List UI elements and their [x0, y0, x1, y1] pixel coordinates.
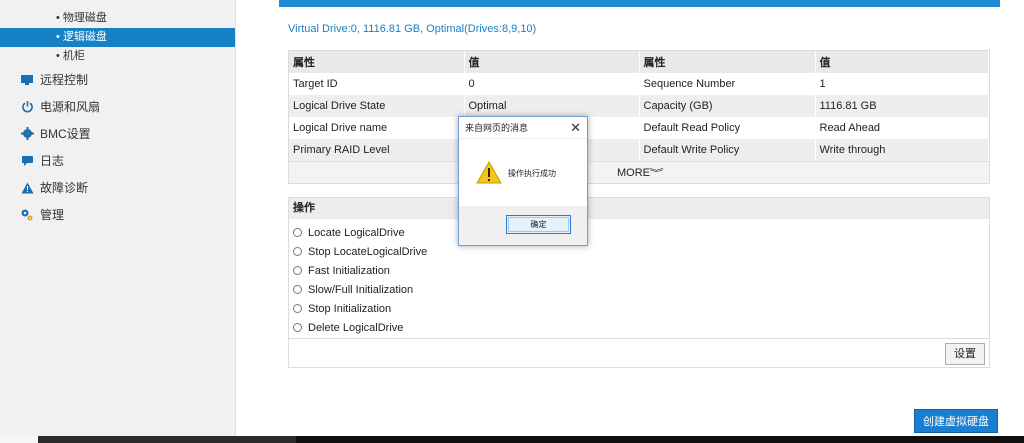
more-toggle[interactable]: MORE︾	[289, 161, 989, 183]
table-cell: Default Read Policy	[639, 117, 816, 139]
option-stop-init[interactable]: Stop Initialization	[289, 299, 989, 318]
option-locate[interactable]: Locate LogicalDrive	[289, 223, 989, 242]
taskbar-segment	[296, 436, 1024, 443]
sidebar-item-label: 远程控制	[40, 73, 89, 87]
dialog-footer: 确定	[459, 206, 587, 245]
column-header: 属性	[289, 51, 465, 73]
gear-icon	[20, 127, 34, 141]
monitor-icon	[20, 73, 34, 87]
table-header-row: 属性 值 属性 值	[289, 51, 989, 73]
sidebar-subitem-physical-disk[interactable]: • 物理磁盘	[0, 9, 235, 28]
column-header: 值	[464, 51, 640, 73]
log-icon	[20, 154, 34, 168]
radio-button[interactable]	[293, 228, 302, 237]
radio-button[interactable]	[293, 247, 302, 256]
main-content: Virtual Drive:0, 1116.81 GB, Optimal(Dri…	[237, 0, 1024, 443]
sidebar: • 物理磁盘 • 逻辑磁盘 • 机柜 远程控制 电源和风扇 BMC设置 日志 故障诊断	[0, 0, 236, 443]
table-cell: Default Write Policy	[639, 139, 816, 161]
radio-button[interactable]	[293, 323, 302, 332]
table-cell: Optimal	[464, 95, 640, 117]
create-virtual-drive-button[interactable]: 创建虚拟硬盘	[914, 409, 998, 433]
option-fast-init[interactable]: Fast Initialization	[289, 261, 989, 280]
option-stop-locate[interactable]: Stop LocateLogicalDrive	[289, 242, 989, 261]
properties-table: 属性 值 属性 值 Target ID 0 Sequence Number 1 …	[288, 50, 990, 184]
dialog-title: 来自网页的消息	[465, 123, 529, 133]
sidebar-item-diagnostics[interactable]: 故障诊断	[0, 174, 235, 201]
taskbar-strip	[0, 436, 1024, 443]
table-row: Logical Drive State Optimal Capacity (GB…	[289, 95, 989, 117]
table-row: Primary RAID Level Default Write Policy …	[289, 139, 989, 161]
top-accent-bar	[279, 0, 1000, 7]
option-label: Slow/Full Initialization	[308, 283, 414, 296]
sidebar-item-remote-control[interactable]: 远程控制	[0, 66, 235, 93]
table-cell: Read Ahead	[815, 117, 989, 139]
table-cell: Logical Drive name	[289, 117, 465, 139]
sidebar-item-label: 日志	[40, 154, 65, 168]
table-cell: Sequence Number	[639, 73, 816, 95]
sidebar-subitem-logical-disk[interactable]: • 逻辑磁盘	[0, 28, 235, 47]
close-icon[interactable]: ✕	[570, 117, 581, 139]
table-cell: Primary RAID Level	[289, 139, 465, 161]
sidebar-item-label: BMC设置	[40, 127, 91, 141]
sidebar-item-label: 电源和风扇	[40, 100, 101, 114]
column-header: 值	[815, 51, 989, 73]
bullet-icon: •	[56, 31, 60, 43]
dialog-titlebar: 来自网页的消息 ✕	[459, 117, 587, 139]
radio-button[interactable]	[293, 266, 302, 275]
sidebar-item-power-fans[interactable]: 电源和风扇	[0, 93, 235, 120]
option-label: Stop Initialization	[308, 302, 392, 315]
more-label: MORE	[616, 167, 650, 179]
sidebar-subitem-label: 逻辑磁盘	[62, 31, 107, 43]
option-label: Delete LogicalDrive	[308, 321, 404, 334]
bullet-icon: •	[56, 12, 60, 24]
manage-icon	[20, 208, 34, 222]
table-cell: Write through	[815, 139, 989, 161]
message-dialog: 来自网页的消息 ✕ 操作执行成功 确定	[458, 116, 588, 246]
sidebar-item-management[interactable]: 管理	[0, 201, 235, 228]
operations-footer: 设置	[289, 338, 989, 367]
option-label: Fast Initialization	[308, 264, 390, 277]
option-slow-init[interactable]: Slow/Full Initialization	[289, 280, 989, 299]
dialog-message: 操作执行成功	[508, 169, 556, 178]
virtual-drive-title: Virtual Drive:0, 1116.81 GB, Optimal(Dri…	[288, 23, 537, 35]
option-delete[interactable]: Delete LogicalDrive	[289, 318, 989, 337]
operations-panel: 操作 Locate LogicalDrive Stop LocateLogica…	[288, 197, 990, 368]
ok-button[interactable]: 确定	[506, 215, 571, 234]
warning-icon	[476, 161, 502, 184]
table-cell: 1116.81 GB	[815, 95, 989, 117]
sidebar-item-bmc-settings[interactable]: BMC设置	[0, 120, 235, 147]
column-header: 属性	[639, 51, 816, 73]
table-cell: 1	[815, 73, 989, 95]
table-row: Target ID 0 Sequence Number 1	[289, 73, 989, 95]
table-cell: Target ID	[289, 73, 465, 95]
table-cell: 0	[464, 73, 640, 95]
table-row: Logical Drive name Default Read Policy R…	[289, 117, 989, 139]
sidebar-subitem-label: 物理磁盘	[62, 12, 107, 24]
sidebar-subitem-enclosure[interactable]: • 机柜	[0, 47, 235, 66]
sidebar-item-log[interactable]: 日志	[0, 147, 235, 174]
dialog-body: 操作执行成功	[459, 139, 587, 207]
operations-list: Locate LogicalDrive Stop LocateLogicalDr…	[289, 219, 989, 337]
settings-button[interactable]: 设置	[945, 343, 985, 365]
radio-button[interactable]	[293, 304, 302, 313]
sidebar-item-label: 故障诊断	[40, 181, 89, 195]
radio-button[interactable]	[293, 285, 302, 294]
table-cell: Capacity (GB)	[639, 95, 816, 117]
bullet-icon: •	[56, 50, 60, 62]
option-label: Stop LocateLogicalDrive	[308, 245, 428, 258]
table-cell: Logical Drive State	[289, 95, 465, 117]
option-label: Locate LogicalDrive	[308, 226, 405, 239]
double-chevron-down-icon: ︾	[649, 168, 664, 178]
taskbar-segment	[38, 436, 296, 443]
sidebar-item-label: 管理	[40, 208, 65, 222]
operations-header: 操作	[289, 198, 989, 219]
warning-icon	[20, 181, 34, 195]
power-icon	[20, 100, 34, 114]
sidebar-subitem-label: 机柜	[62, 50, 85, 62]
